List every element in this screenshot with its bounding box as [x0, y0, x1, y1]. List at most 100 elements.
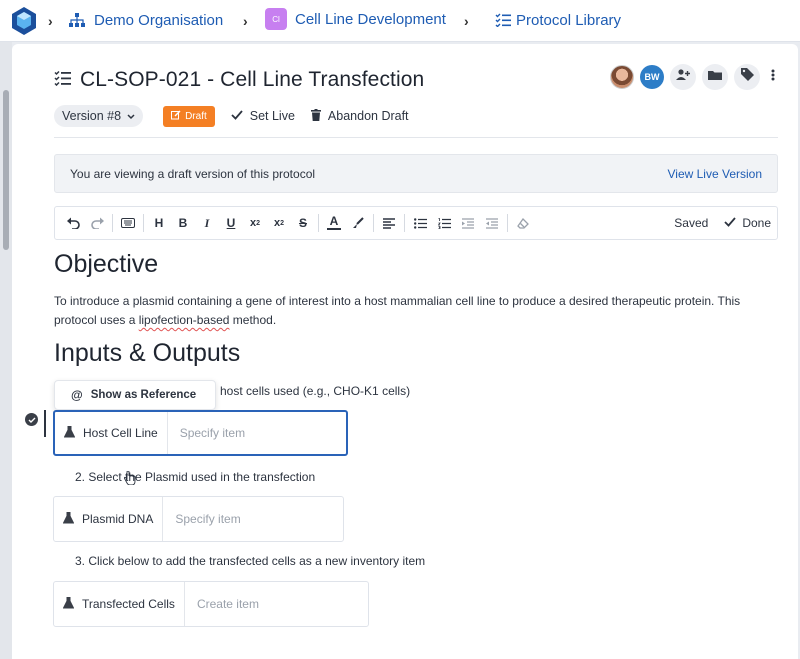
transfected-cells-field[interactable]: Transfected Cells Create item — [53, 581, 369, 627]
toolbar-separator — [143, 214, 144, 232]
host-cell-line-placeholder[interactable]: Specify item — [168, 412, 245, 454]
host-cell-line-label: Host Cell Line — [55, 412, 168, 454]
at-icon: @ — [71, 388, 83, 402]
toolbar-separator — [404, 214, 405, 232]
saved-status: Saved — [674, 216, 709, 230]
spellcheck-word: lipofection-based — [138, 313, 230, 327]
toolbar-separator — [112, 214, 113, 232]
protocol-panel: CL-SOP-021 - Cell Line Transfection BW V… — [12, 44, 798, 659]
bullet-list-icon[interactable] — [408, 211, 432, 235]
show-as-reference-menu-item[interactable]: @ Show as Reference — [54, 380, 216, 410]
avatar[interactable] — [610, 65, 634, 89]
done-button[interactable]: Done — [724, 216, 771, 230]
step-1-text: host cells used (e.g., CHO-K1 cells) — [220, 384, 411, 398]
check-circle-icon[interactable] — [25, 413, 38, 426]
set-live-label: Set Live — [249, 109, 295, 123]
tag-icon — [740, 68, 754, 86]
list-check-icon — [54, 70, 72, 91]
avatar-initials[interactable]: BW — [640, 65, 664, 89]
scrollbar-thumb[interactable] — [3, 90, 9, 250]
check-icon — [231, 109, 243, 123]
flask-icon — [62, 596, 75, 612]
host-cell-line-field[interactable]: Host Cell Line Specify item — [53, 410, 348, 456]
numbered-list-icon[interactable] — [432, 211, 456, 235]
keyboard-icon[interactable] — [116, 211, 140, 235]
scrollbar[interactable] — [0, 42, 12, 659]
flask-icon — [62, 511, 75, 527]
chevron-right-icon: › — [243, 13, 248, 29]
inputs-outputs-heading: Inputs & Outputs — [54, 339, 241, 367]
subscript-icon[interactable]: x2 — [243, 211, 267, 235]
folder-icon — [708, 68, 722, 86]
chevron-right-icon: › — [48, 13, 53, 29]
italic-icon[interactable]: I — [195, 211, 219, 235]
kebab-icon — [771, 68, 775, 86]
step-2-text: 2. Select the Plasmid used in the transf… — [75, 470, 316, 484]
header-tools: BW — [610, 64, 780, 90]
underline-icon[interactable]: U — [219, 211, 243, 235]
set-live-button[interactable]: Set Live — [231, 109, 295, 123]
text-color-icon[interactable]: A — [322, 211, 346, 235]
outdent-icon[interactable] — [480, 211, 504, 235]
check-icon — [724, 216, 736, 230]
plasmid-dna-field[interactable]: Plasmid DNA Specify item — [53, 496, 344, 542]
breadcrumb-org-label: Demo Organisation — [94, 11, 224, 29]
list-check-icon — [494, 11, 512, 29]
toolbar-separator — [318, 214, 319, 232]
flask-icon — [63, 425, 76, 441]
indent-icon[interactable] — [456, 211, 480, 235]
project-badge: Cl — [265, 8, 287, 30]
objective-paragraph: To introduce a plasmid containing a gene… — [54, 292, 774, 330]
add-user-button[interactable] — [670, 64, 696, 90]
clear-format-icon[interactable] — [511, 211, 535, 235]
highlight-icon[interactable] — [346, 211, 370, 235]
draft-badge[interactable]: Draft — [163, 105, 215, 127]
plasmid-dna-placeholder[interactable]: Specify item — [163, 497, 240, 541]
editor-status: Saved Done — [674, 216, 771, 230]
objective-text-end: method. — [229, 313, 277, 327]
host-cell-line-text: Host Cell Line — [83, 426, 158, 440]
plasmid-dna-text: Plasmid DNA — [82, 512, 154, 526]
text-cursor — [44, 410, 46, 437]
toolbar-separator — [507, 214, 508, 232]
undo-icon[interactable] — [61, 211, 85, 235]
more-menu-button[interactable] — [766, 68, 780, 86]
heading-icon[interactable]: H — [147, 211, 171, 235]
breadcrumb-library[interactable]: Protocol Library — [494, 11, 621, 29]
redo-icon[interactable] — [85, 211, 109, 235]
page-title: CL-SOP-021 - Cell Line Transfection — [80, 68, 425, 91]
show-as-reference-label: Show as Reference — [90, 389, 197, 401]
trash-icon — [310, 108, 321, 124]
objective-heading: Objective — [54, 250, 159, 278]
draft-banner-message: You are viewing a draft version of this … — [70, 166, 316, 181]
breadcrumb-project[interactable]: Cl Cell Line Development — [265, 8, 446, 30]
transfected-cells-placeholder[interactable]: Create item — [185, 582, 259, 626]
bold-icon[interactable]: B — [171, 211, 195, 235]
toolbar-separator — [373, 214, 374, 232]
draft-banner: You are viewing a draft version of this … — [54, 154, 778, 193]
done-label: Done — [742, 216, 771, 230]
view-live-version-link[interactable]: View Live Version — [668, 167, 763, 181]
abandon-draft-button[interactable]: Abandon Draft — [310, 108, 409, 124]
superscript-icon[interactable]: x2 — [267, 211, 291, 235]
app-logo-icon[interactable] — [10, 6, 38, 36]
edit-icon — [171, 110, 181, 123]
top-nav: › Demo Organisation › Cl Cell Line Devel… — [0, 0, 800, 42]
version-row: Version #8 Draft Set Live Abandon Draft — [54, 105, 409, 127]
transfected-cells-text: Transfected Cells — [82, 597, 175, 611]
step-3-text: 3. Click below to add the transfected ce… — [75, 554, 426, 568]
transfected-cells-label: Transfected Cells — [54, 582, 185, 626]
chevron-right-icon: › — [464, 13, 469, 29]
user-plus-icon — [676, 68, 690, 86]
plasmid-dna-label: Plasmid DNA — [54, 497, 164, 541]
abandon-draft-label: Abandon Draft — [327, 109, 409, 123]
align-left-icon[interactable] — [377, 211, 401, 235]
version-label: Version #8 — [62, 109, 122, 123]
strikethrough-icon[interactable]: S — [291, 211, 315, 235]
folder-button[interactable] — [702, 64, 728, 90]
sitemap-icon — [68, 11, 86, 29]
tag-button[interactable] — [734, 64, 760, 90]
page-header: CL-SOP-021 - Cell Line Transfection — [54, 68, 424, 92]
version-select[interactable]: Version #8 — [54, 105, 144, 127]
breadcrumb-organisation[interactable]: Demo Organisation — [68, 11, 223, 29]
